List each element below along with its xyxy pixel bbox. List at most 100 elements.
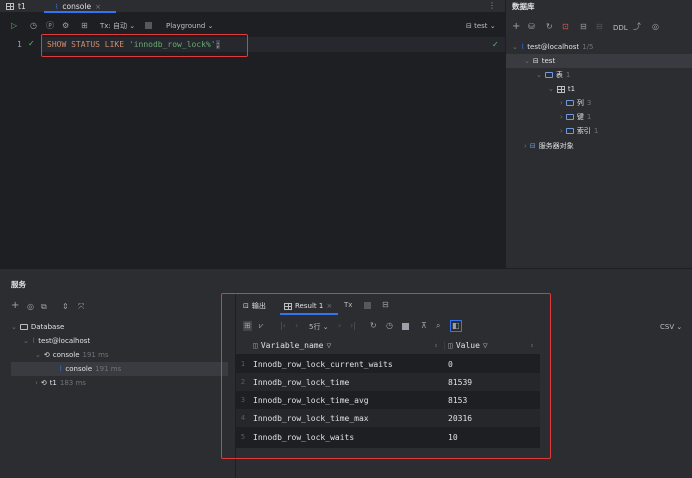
disconnect-icon[interactable]: ⊡ (562, 22, 569, 32)
db-tree-columns[interactable]: › 列 3 (560, 96, 591, 110)
line-number: 1 (17, 40, 22, 49)
keys-label: 键 (576, 113, 584, 121)
chevron-down-icon: ⌄ (11, 323, 17, 331)
database-panel-title: 数据库 (512, 2, 535, 11)
indexes-label: 索引 (576, 127, 591, 135)
database-label: Database (30, 323, 65, 331)
db-tree-table-t1[interactable]: ⌄ t1 (548, 82, 575, 96)
stop-icon[interactable] (145, 22, 152, 29)
refresh-icon[interactable]: ↻ (546, 22, 553, 32)
server-objects-label: 服务器对象 (538, 142, 574, 150)
editor-gutter (0, 36, 42, 268)
folder-icon (19, 324, 28, 330)
chevron-right-icon: › (35, 379, 38, 387)
chevron-down-icon: ⌄ (524, 57, 530, 65)
chevron-right-icon: › (560, 127, 563, 135)
chevron-right-icon: › (524, 142, 527, 150)
chevron-right-icon: › (560, 99, 563, 107)
db-tree-indexes[interactable]: › 索引 1 (560, 124, 598, 138)
services-tree-connection[interactable]: ⌄ ⌇ test@localhost (23, 334, 90, 348)
connection-count: 1/5 (582, 43, 594, 51)
schema-icon: ⊟ (532, 57, 539, 65)
tab-t1-label: t1 (18, 2, 26, 11)
grid-icon[interactable]: ⊞ (81, 21, 88, 31)
new-tab-icon[interactable]: ⧉ (41, 302, 47, 312)
db-properties-icon[interactable]: ⛁ (528, 22, 535, 32)
services-tree-t1[interactable]: › ⟲ t1 183 ms (35, 376, 86, 390)
active-tab-underline (44, 11, 116, 13)
csv-dropdown[interactable]: CSV ⌄ (660, 322, 682, 332)
table-view-icon[interactable]: ⊟ (580, 22, 587, 32)
t1-time: 183 ms (59, 379, 86, 387)
history-icon[interactable]: ◷ (30, 21, 37, 31)
tx-label: Tx: 自动 (100, 22, 128, 30)
chevron-down-icon: ⌄ (512, 43, 518, 51)
table-icon (556, 85, 565, 93)
columns-count: 3 (586, 99, 592, 107)
connection-label: test@localhost (527, 43, 580, 51)
services-tree-console-group[interactable]: ⌄ ⟲ console 191 ms (35, 348, 109, 362)
console-group-time: 191 ms (82, 351, 109, 359)
console-item-time: 191 ms (95, 365, 122, 373)
editor-icon[interactable]: ⊟ (596, 22, 603, 32)
server-objects-icon: ⊟ (529, 142, 536, 150)
result-highlight-box (221, 293, 551, 459)
expand-all-icon[interactable]: ⇕ (62, 302, 69, 312)
session-dropdown[interactable]: ⊟ test ⌄ (466, 21, 496, 31)
schema-label: test (541, 57, 556, 65)
session-icon: ⟲ (40, 379, 47, 387)
console-group-label: console (52, 351, 80, 359)
console-item-label: console (65, 365, 93, 373)
db-tree-connection[interactable]: ⌄ ⌇ test@localhost 1/5 (512, 40, 593, 54)
query-highlight-box (41, 34, 248, 57)
connection-icon: ⌇ (31, 337, 36, 345)
add-icon[interactable]: + (512, 22, 520, 32)
jump-icon[interactable]: ⤴ (633, 22, 641, 32)
ddl-button[interactable]: DDL (613, 23, 628, 33)
console-icon: ⌇ (59, 365, 63, 373)
more-icon[interactable]: ⋮ (488, 1, 496, 10)
view-icon[interactable]: ◎ (652, 22, 659, 32)
chevron-down-icon: ⌄ (548, 85, 554, 93)
keys-count: 1 (586, 113, 592, 121)
settings-icon[interactable]: ⚙ (62, 21, 69, 31)
columns-label: 列 (576, 99, 584, 107)
chevron-down-icon: ⌄ (536, 71, 542, 79)
tab-console-label: console (62, 2, 92, 11)
folder-icon (565, 100, 574, 106)
services-tree-console[interactable]: ⌇ console 191 ms (59, 362, 121, 376)
run-icon[interactable]: ▷ (11, 21, 17, 31)
csv-label: CSV (660, 323, 675, 331)
tx-mode-dropdown[interactable]: Tx: 自动 ⌄ (100, 21, 135, 31)
table-icon (6, 3, 14, 10)
add-icon[interactable]: + (11, 301, 19, 311)
db-tree-keys[interactable]: › 键 1 (560, 110, 591, 124)
close-icon[interactable]: × (95, 3, 101, 11)
folder-icon (565, 114, 574, 120)
folder-icon (544, 72, 553, 78)
session-icon: ⟲ (43, 351, 50, 359)
collapse-all-icon[interactable]: ⤧ (78, 302, 84, 312)
query-ok-icon: ✓ (492, 40, 499, 49)
indexes-count: 1 (593, 127, 599, 135)
tab-t1[interactable]: t1 (6, 0, 26, 13)
db-tree-tables[interactable]: ⌄ 表 1 (536, 68, 570, 82)
console-icon: ⌇ (55, 2, 59, 11)
services-title: 服务 (11, 280, 26, 289)
connection-icon: ⌇ (520, 43, 525, 51)
table-label: t1 (567, 85, 576, 93)
services-tree-database[interactable]: ⌄ Database (11, 320, 64, 334)
editor-toolbar (0, 18, 505, 34)
chevron-down-icon: ⌄ (23, 337, 29, 345)
db-tree-schema[interactable]: ⌄ ⊟ test (524, 54, 555, 68)
t1-label: t1 (49, 379, 57, 387)
playground-label: Playground (166, 22, 206, 30)
playground-dropdown[interactable]: Playground ⌄ (166, 21, 213, 31)
checkmark-icon: ✓ (28, 39, 35, 48)
pin-icon[interactable]: ⓟ (46, 21, 54, 31)
connection-label: test@localhost (38, 337, 91, 345)
tables-label: 表 (555, 71, 563, 79)
session-label: test (474, 22, 488, 30)
db-tree-server-objects[interactable]: › ⊟ 服务器对象 (524, 139, 574, 153)
view-icon[interactable]: ◎ (27, 302, 34, 312)
